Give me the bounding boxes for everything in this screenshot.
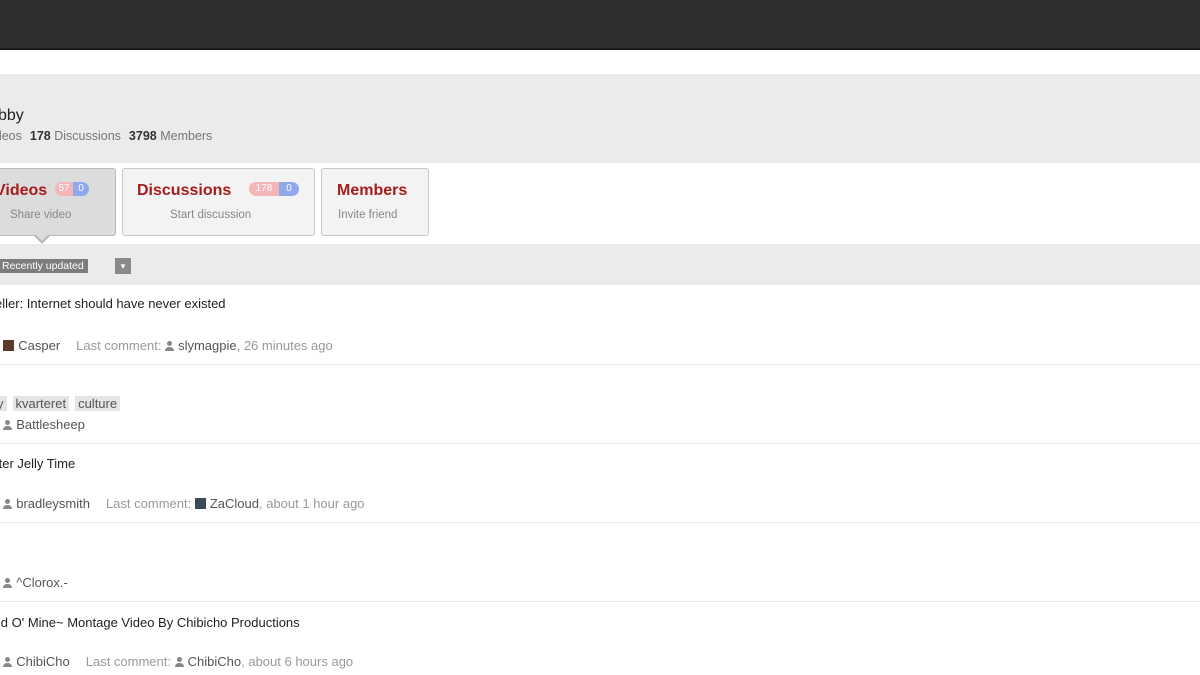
list-item: ild O' Mine~ Montage Video By Chibicho P… <box>0 602 1200 675</box>
list-item: eller: Internet should have never existe… <box>0 286 1200 365</box>
last-comment-label: Last comment: <box>85 654 171 669</box>
stat-videos-label[interactable]: ideos <box>0 129 22 143</box>
item-meta: : CasperLast comment: slymagpie, 26 minu… <box>0 338 333 353</box>
tag[interactable]: y <box>0 396 7 411</box>
tab-videos-title: Videos <box>0 182 48 199</box>
item-title[interactable]: tter Jelly Time <box>0 456 75 471</box>
tab-members[interactable]: Members Invite friend <box>321 168 429 236</box>
author-link[interactable]: Casper <box>18 338 60 353</box>
user-icon <box>3 499 13 509</box>
user-icon <box>174 657 184 667</box>
tab-members-title: Members <box>337 182 408 199</box>
group-stats: ideos 178 Discussions 3798 Members <box>0 129 212 143</box>
last-commenter-link[interactable]: ZaCloud <box>210 496 259 511</box>
tag[interactable]: kvarteret <box>12 396 70 411</box>
last-comment-time: about 6 hours ago <box>248 654 354 669</box>
stat-members-count: 3798 <box>128 129 157 143</box>
item-meta: : ChibiChoLast comment: ChibiCho, about … <box>0 654 353 669</box>
item-title[interactable]: eller: Internet should have never existe… <box>0 296 226 311</box>
discussions-new-badge: 178 <box>249 182 279 196</box>
author-link[interactable]: bradleysmith <box>16 496 90 511</box>
tab-videos[interactable]: Videos 57 0 Share video <box>0 168 116 236</box>
active-tab-pointer-fill <box>36 235 48 241</box>
videos-new-badge: 57 <box>55 182 73 196</box>
last-comment-time: 26 minutes ago <box>243 338 333 353</box>
user-icon <box>3 657 13 667</box>
stat-discussions-count: 178 <box>29 129 51 143</box>
tab-members-action[interactable]: Invite friend <box>338 209 397 221</box>
sort-bar <box>0 244 1200 285</box>
last-comment-time: about 1 hour ago <box>266 496 365 511</box>
user-icon <box>165 341 175 351</box>
item-meta: : ^Clorox.- <box>0 575 68 590</box>
last-commenter-link[interactable]: slymagpie <box>178 338 237 353</box>
chevron-down-icon[interactable]: ▾ <box>115 258 131 274</box>
list-item: : ^Clorox.- <box>0 523 1200 602</box>
item-meta: : bradleysmithLast comment: ZaCloud, abo… <box>0 496 365 511</box>
last-comment-label: Last comment: <box>105 496 192 511</box>
stat-discussions-label[interactable]: Discussions <box>54 129 121 143</box>
list-item: y kvarteret culture : Battlesheep <box>0 365 1200 444</box>
user-icon <box>3 578 13 588</box>
avatar <box>3 340 15 351</box>
user-icon <box>3 420 13 430</box>
tab-discussions[interactable]: Discussions 178 0 Start discussion <box>122 168 315 236</box>
tab-discussions-title: Discussions <box>137 182 232 199</box>
list-item: tter Jelly Time : bradleysmithLast comme… <box>0 444 1200 523</box>
author-link[interactable]: Battlesheep <box>16 417 85 432</box>
videos-unread-badge: 0 <box>73 182 89 196</box>
tag[interactable]: culture <box>75 396 121 411</box>
group-header <box>0 74 1200 163</box>
sort-dropdown[interactable]: Recently updated <box>0 259 88 273</box>
item-meta: : Battlesheep <box>0 417 85 432</box>
tab-videos-action[interactable]: Share video <box>10 209 71 221</box>
tab-discussions-action[interactable]: Start discussion <box>170 209 251 221</box>
top-navigation-bar <box>0 0 1200 50</box>
last-commenter-link[interactable]: ChibiCho <box>188 654 241 669</box>
discussions-unread-badge: 0 <box>279 182 299 196</box>
item-title[interactable]: ild O' Mine~ Montage Video By Chibicho P… <box>0 615 300 630</box>
author-link[interactable]: ^Clorox.- <box>16 575 68 590</box>
last-comment-label: Last comment: <box>76 338 162 353</box>
author-link[interactable]: ChibiCho <box>16 654 69 669</box>
avatar <box>194 498 206 509</box>
group-title: bby <box>0 107 24 124</box>
stat-members-label[interactable]: Members <box>160 129 212 143</box>
item-tags: y kvarteret culture <box>0 396 126 411</box>
